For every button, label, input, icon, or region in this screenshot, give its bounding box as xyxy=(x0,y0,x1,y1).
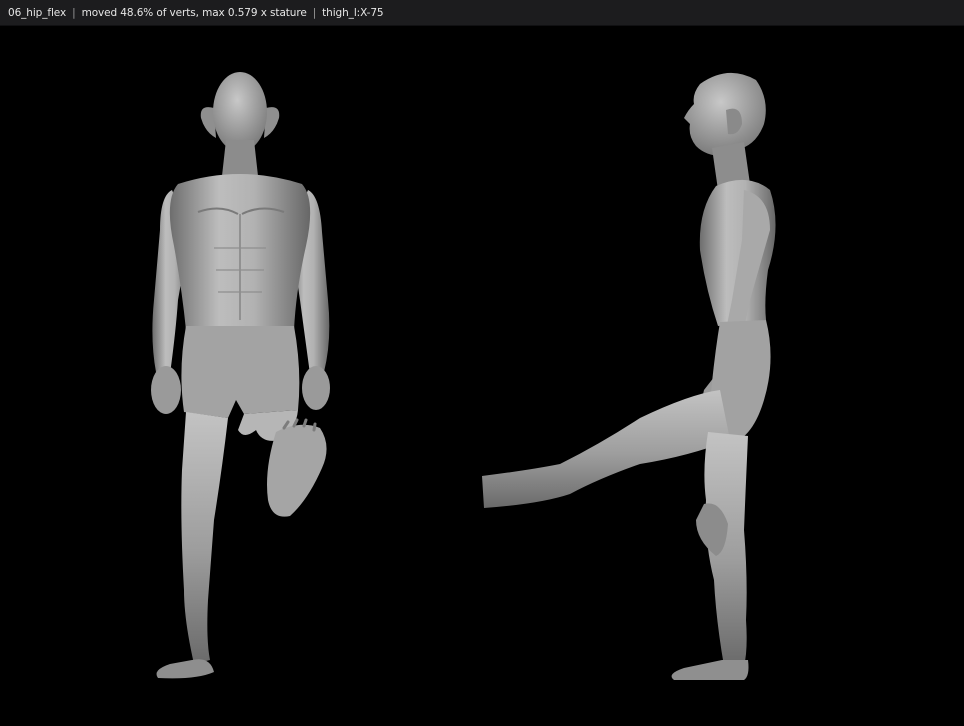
moved-stats-label: moved 48.6% of verts, max 0.579 x statur… xyxy=(81,6,307,19)
right-hand xyxy=(151,366,181,414)
head xyxy=(684,72,766,156)
standing-foot xyxy=(671,660,749,680)
standing-leg xyxy=(181,412,228,664)
side-view-figure xyxy=(482,72,776,680)
separator: | xyxy=(312,6,317,19)
shorts xyxy=(181,326,300,418)
left-hand xyxy=(302,366,330,410)
raised-foot-sole xyxy=(267,424,327,517)
render-viewport[interactable] xyxy=(0,26,964,726)
separator: | xyxy=(72,6,76,19)
front-view-figure xyxy=(151,72,330,679)
case-name-label: 06_hip_flex xyxy=(8,6,67,19)
status-header: 06_hip_flex | moved 48.6% of verts, max … xyxy=(0,0,964,26)
standing-foot xyxy=(156,659,214,679)
raised-leg xyxy=(482,390,730,508)
neck xyxy=(222,140,258,176)
bone-rotation-label: thigh_l:X-75 xyxy=(322,6,384,19)
render-canvas xyxy=(151,72,776,680)
